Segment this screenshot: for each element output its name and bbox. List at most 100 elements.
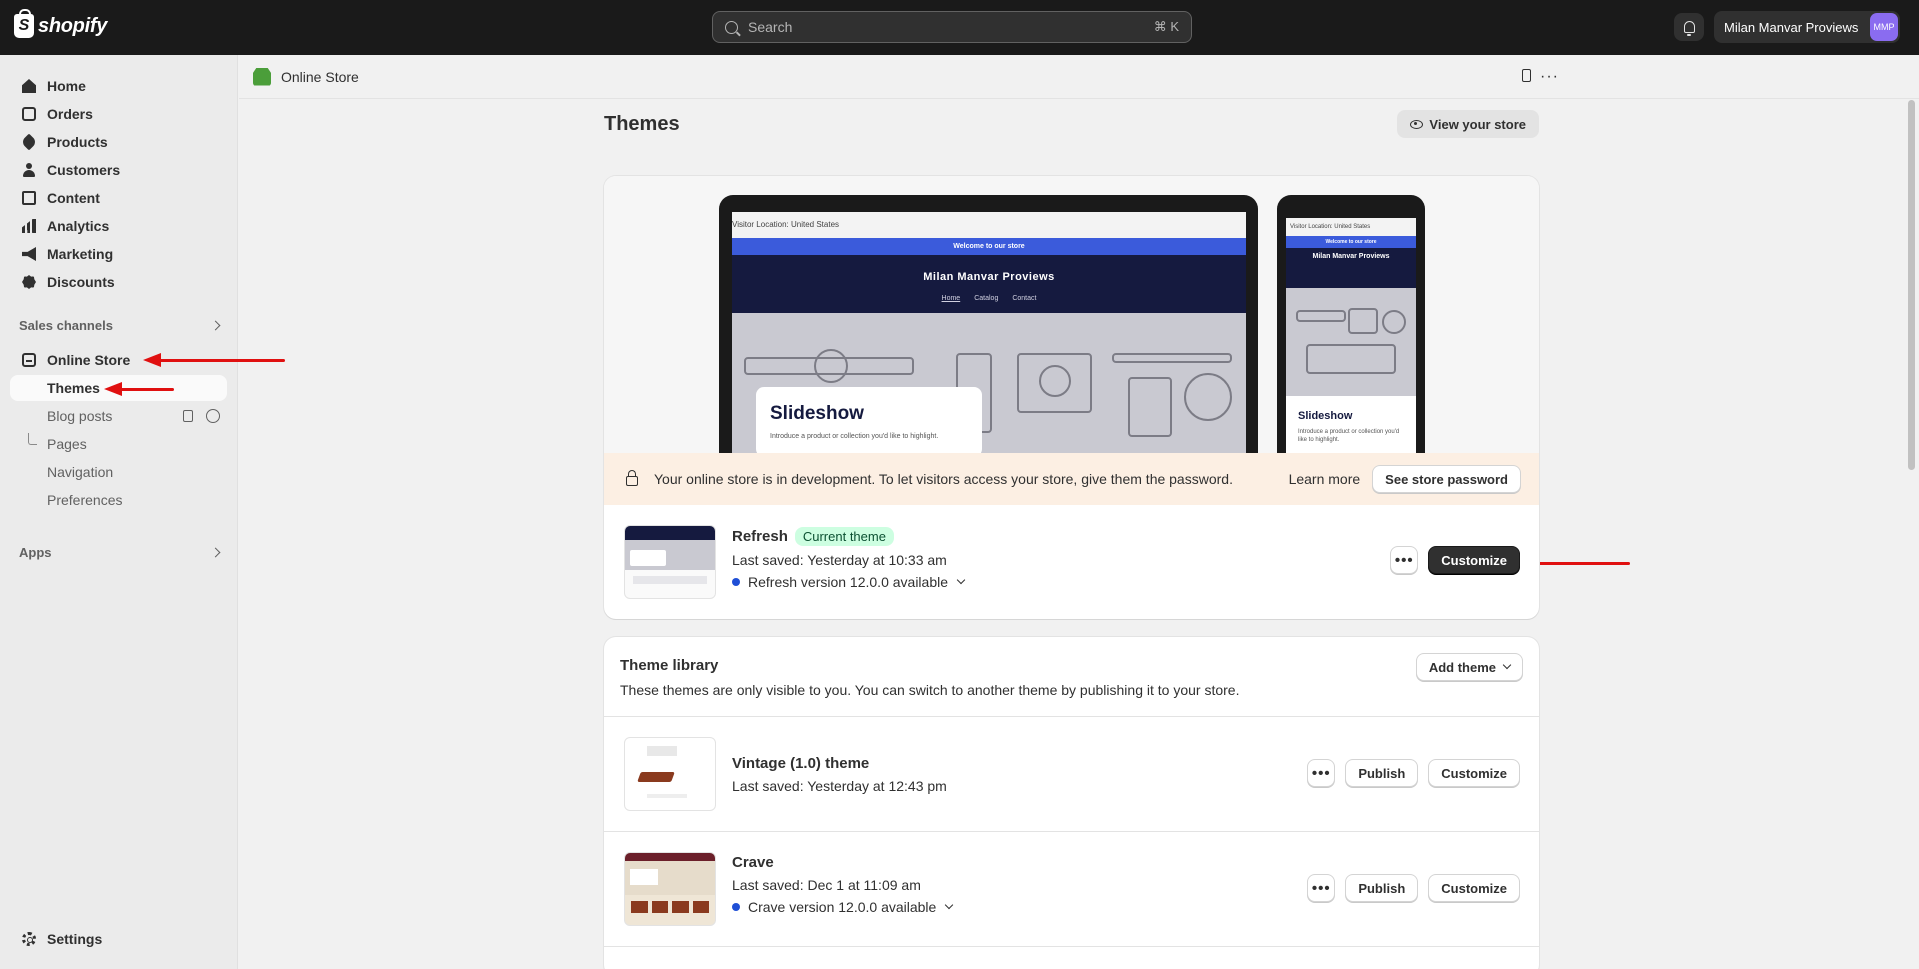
theme-name: Crave	[732, 854, 774, 871]
search-bar[interactable]: Search ⌘ K	[712, 11, 1192, 43]
mobile-preview: Visitor Location: United States Welcome …	[1277, 195, 1425, 453]
current-theme-actions: ••• Customize	[1390, 546, 1520, 574]
sidebar-item-settings[interactable]: Settings	[10, 926, 227, 952]
avatar: MMP	[1870, 13, 1898, 41]
thumb-header	[625, 526, 715, 540]
sidebar-item-label: Discounts	[47, 274, 115, 290]
chevron-down-icon	[1502, 660, 1512, 670]
sidebar-item-home[interactable]: Home	[10, 73, 227, 99]
mug-sketch	[1184, 373, 1232, 421]
more-actions-icon[interactable]: ···	[1540, 69, 1559, 85]
sidebar-item-preferences[interactable]: Preferences	[10, 487, 227, 513]
customize-button[interactable]: Customize	[1428, 874, 1520, 902]
preview-nav: Home Catalog Contact	[732, 295, 1246, 302]
preview-location: Visitor Location: United States	[732, 212, 1246, 238]
notifications-button[interactable]	[1674, 13, 1704, 41]
arrow-shaft	[1534, 561, 1630, 565]
preview-slideshow-box: Slideshow Introduce a product or collect…	[756, 387, 982, 453]
publish-button[interactable]: Publish	[1345, 759, 1419, 787]
sidebar-item-products[interactable]: Products	[10, 129, 227, 155]
more-actions-button[interactable]: •••	[1390, 546, 1419, 574]
sidebar-item-label: Online Store	[47, 352, 131, 368]
user-menu[interactable]: Milan Manvar Proviews MMP	[1714, 11, 1900, 43]
content-icon	[22, 191, 36, 205]
library-theme-row: Vintage (1.0) theme Last saved: Yesterda…	[604, 716, 1539, 831]
current-theme-row: Refresh Current theme Last saved: Yester…	[604, 505, 1539, 618]
thumb-product	[651, 901, 668, 913]
lens-sketch	[1039, 365, 1071, 397]
desktop-preview: Visitor Location: United States Welcome …	[719, 195, 1258, 453]
update-dot-icon	[732, 578, 740, 586]
bell-icon	[1683, 21, 1695, 36]
theme-thumbnail[interactable]	[624, 852, 716, 926]
current-theme-version[interactable]: Refresh version 12.0.0 available	[732, 574, 966, 590]
watch-face-sketch	[814, 349, 848, 383]
preview-hero-image	[1286, 288, 1416, 396]
chevron-down-icon	[956, 575, 966, 585]
sidebar-item-customers[interactable]: Customers	[10, 157, 227, 183]
sidebar-item-label: Home	[47, 78, 86, 94]
sidebar-item-label: Settings	[47, 931, 103, 947]
version-label: Crave version 12.0.0 available	[748, 899, 937, 915]
sidebar-item-label: Pages	[47, 436, 87, 452]
see-store-password-button[interactable]: See store password	[1372, 465, 1521, 493]
preview-brand: Milan Manvar Proviews	[923, 271, 1055, 283]
watch-sketch	[1296, 310, 1346, 322]
customize-button[interactable]: Customize	[1428, 546, 1520, 574]
logo-text: shopify	[38, 14, 108, 37]
sidebar-item-content[interactable]: Content	[10, 185, 227, 211]
shopify-bag-icon: S	[14, 9, 34, 38]
sidebar-item-marketing[interactable]: Marketing	[10, 241, 227, 267]
thumb-card	[630, 869, 658, 885]
pin-icon[interactable]	[1522, 69, 1531, 82]
preview-nav-item: Contact	[1012, 295, 1037, 302]
store-icon	[22, 353, 36, 367]
megaphone-icon	[22, 247, 36, 261]
view-store-button[interactable]: View your store	[1397, 110, 1539, 138]
add-theme-button[interactable]: Add theme	[1415, 653, 1523, 681]
theme-thumbnail[interactable]	[624, 737, 716, 811]
apps-header[interactable]: Apps	[19, 545, 221, 560]
theme-actions: ••• Publish Customize	[1307, 874, 1520, 902]
sidebar-item-discounts[interactable]: Discounts	[10, 269, 227, 295]
preview-slideshow-title: Slideshow	[1298, 410, 1353, 422]
scrollbar[interactable]	[1908, 100, 1915, 470]
desktop-screen: Visitor Location: United States Welcome …	[732, 212, 1246, 453]
page-header: Online Store ···	[239, 55, 1919, 99]
user-name: Milan Manvar Proviews	[1724, 19, 1859, 35]
current-theme-info: Refresh Current theme Last saved: Yester…	[732, 527, 966, 590]
publish-button[interactable]: Publish	[1345, 874, 1419, 902]
theme-name: Vintage (1.0) theme	[732, 755, 870, 772]
current-theme-thumbnail[interactable]	[624, 525, 716, 599]
customize-button[interactable]: Customize	[1428, 759, 1520, 787]
learn-more-link[interactable]: Learn more	[1289, 471, 1361, 487]
theme-version[interactable]: Crave version 12.0.0 available	[732, 899, 954, 915]
sidebar-item-blog-posts[interactable]: Blog posts	[10, 403, 227, 429]
gear-icon	[22, 932, 36, 946]
apps-label: Apps	[19, 545, 52, 560]
add-theme-label: Add theme	[1428, 659, 1496, 675]
more-actions-button[interactable]: •••	[1307, 874, 1336, 902]
sidebar-item-label: Products	[47, 134, 108, 150]
thumb-title	[647, 746, 677, 756]
sidebar-item-pages[interactable]: Pages	[10, 431, 227, 457]
preview-hero-image: Slideshow Introduce a product or collect…	[732, 313, 1246, 453]
preview-slideshow-title: Slideshow	[770, 403, 864, 424]
orders-icon	[22, 107, 36, 121]
sidebar-item-label: Themes	[47, 380, 100, 396]
preview-header: Milan Manvar Proviews Home Catalog Conta…	[732, 255, 1246, 313]
sidebar-item-label: Preferences	[47, 492, 123, 508]
pen-sketch	[1112, 353, 1232, 363]
theme-library-subtitle: These themes are only visible to you. Yo…	[620, 682, 1240, 698]
sidebar-item-navigation[interactable]: Navigation	[10, 459, 227, 485]
thumb-product	[631, 901, 648, 913]
library-theme-row	[604, 946, 1539, 969]
more-actions-button[interactable]: •••	[1307, 759, 1336, 787]
bar-chart-icon	[22, 219, 36, 233]
thumb-product	[637, 772, 675, 782]
sidebar-item-analytics[interactable]: Analytics	[10, 213, 227, 239]
shopify-logo[interactable]: S shopify	[14, 9, 108, 38]
sales-channels-header[interactable]: Sales channels	[19, 318, 221, 333]
book-sketch	[1306, 344, 1396, 374]
sidebar-item-orders[interactable]: Orders	[10, 101, 227, 127]
